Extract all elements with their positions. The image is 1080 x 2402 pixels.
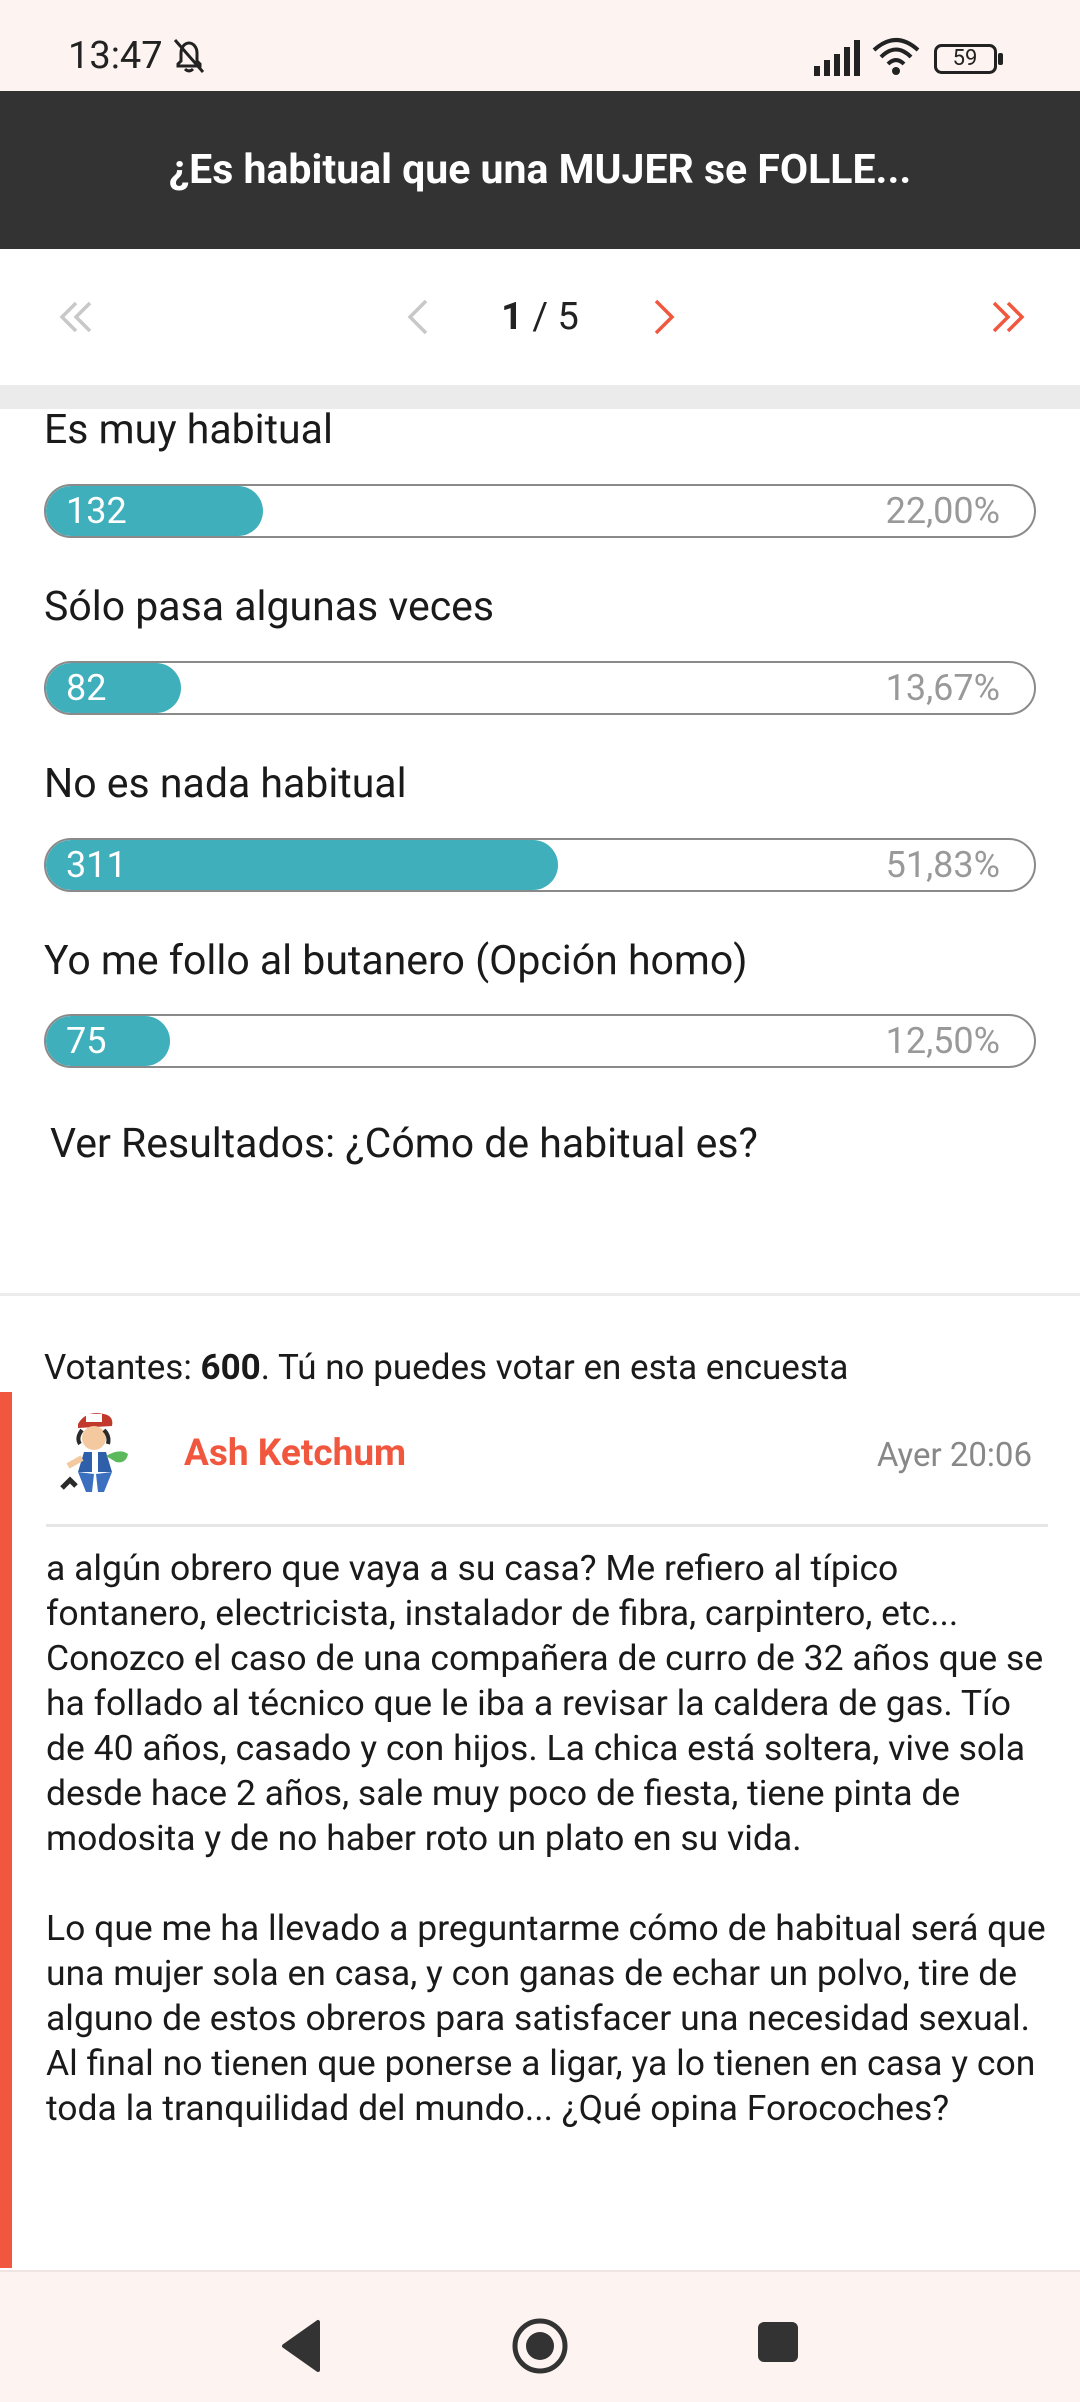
voters-info: Votantes: 600. Tú no puedes votar en est… bbox=[44, 1347, 848, 1388]
last-page-icon[interactable] bbox=[976, 287, 1036, 347]
poll-option-bar: 82 13,67% bbox=[44, 661, 1036, 715]
back-icon[interactable] bbox=[278, 2318, 326, 2374]
total-pages: 5 bbox=[557, 295, 579, 339]
voters-count: 600 bbox=[200, 1347, 261, 1388]
first-page-icon[interactable] bbox=[48, 287, 108, 347]
current-page: 1 bbox=[501, 295, 523, 339]
battery-level: 59 bbox=[952, 46, 978, 71]
poll-option-bar: 132 22,00% bbox=[44, 484, 1036, 538]
poll-percent: 12,50% bbox=[885, 1020, 1000, 1062]
post-timestamp: Ayer 20:06 bbox=[876, 1436, 1032, 1475]
thread-header: ¿Es habitual que una MUJER se FOLLE... bbox=[0, 91, 1080, 249]
page-indicator[interactable]: 1 / 5 bbox=[460, 287, 620, 347]
status-bar: 13:47 59 bbox=[0, 0, 1080, 91]
poll-percent: 22,00% bbox=[885, 490, 1000, 532]
thread-title[interactable]: ¿Es habitual que una MUJER se FOLLE... bbox=[0, 91, 1080, 249]
clock: 13:47 bbox=[68, 34, 163, 78]
home-icon[interactable] bbox=[510, 2316, 570, 2376]
cell-signal-icon bbox=[814, 40, 860, 76]
poll-option-bar: 311 51,83% bbox=[44, 838, 1036, 892]
poll-percent: 51,83% bbox=[885, 844, 1000, 886]
avatar[interactable] bbox=[56, 1408, 136, 1496]
post-author[interactable]: Ash Ketchum bbox=[184, 1432, 406, 1475]
pagination: 1 / 5 bbox=[0, 249, 1080, 385]
section-divider bbox=[0, 1293, 1080, 1296]
voters-label: Votantes: bbox=[44, 1347, 201, 1388]
poll-vote-count: 82 bbox=[66, 667, 107, 709]
post-body: a algún obrero que vaya a su casa? Me re… bbox=[46, 1547, 1046, 2129]
next-page-icon[interactable] bbox=[632, 287, 692, 347]
poll-vote-count: 311 bbox=[66, 844, 127, 886]
post-accent-bar bbox=[0, 1392, 12, 2268]
wifi-icon bbox=[872, 38, 920, 75]
poll-option-label: Sólo pasa algunas veces bbox=[44, 583, 495, 631]
poll-option-label: Yo me follo al butanero (Opción homo) bbox=[44, 937, 748, 985]
poll-option-bar: 75 12,50% bbox=[44, 1014, 1036, 1068]
poll-vote-count: 75 bbox=[66, 1020, 107, 1062]
poll-percent: 13,67% bbox=[885, 667, 1000, 709]
poll-vote-count: 132 bbox=[66, 490, 127, 532]
post-divider bbox=[46, 1524, 1048, 1527]
view-results-link[interactable]: Ver Resultados: ¿Cómo de habitual es? bbox=[50, 1120, 758, 1168]
poll-option-label: Es muy habitual bbox=[44, 406, 333, 454]
notifications-off-icon bbox=[173, 39, 205, 73]
system-nav-bar bbox=[0, 2270, 1080, 2402]
previous-page-icon[interactable] bbox=[390, 287, 450, 347]
page-separator: / bbox=[522, 295, 558, 339]
poll-option-label: No es nada habitual bbox=[44, 760, 407, 808]
poll-bar-fill bbox=[46, 1016, 170, 1066]
recent-apps-icon[interactable] bbox=[758, 2322, 798, 2362]
voters-note: . Tú no puedes votar en esta encuesta bbox=[260, 1347, 849, 1388]
